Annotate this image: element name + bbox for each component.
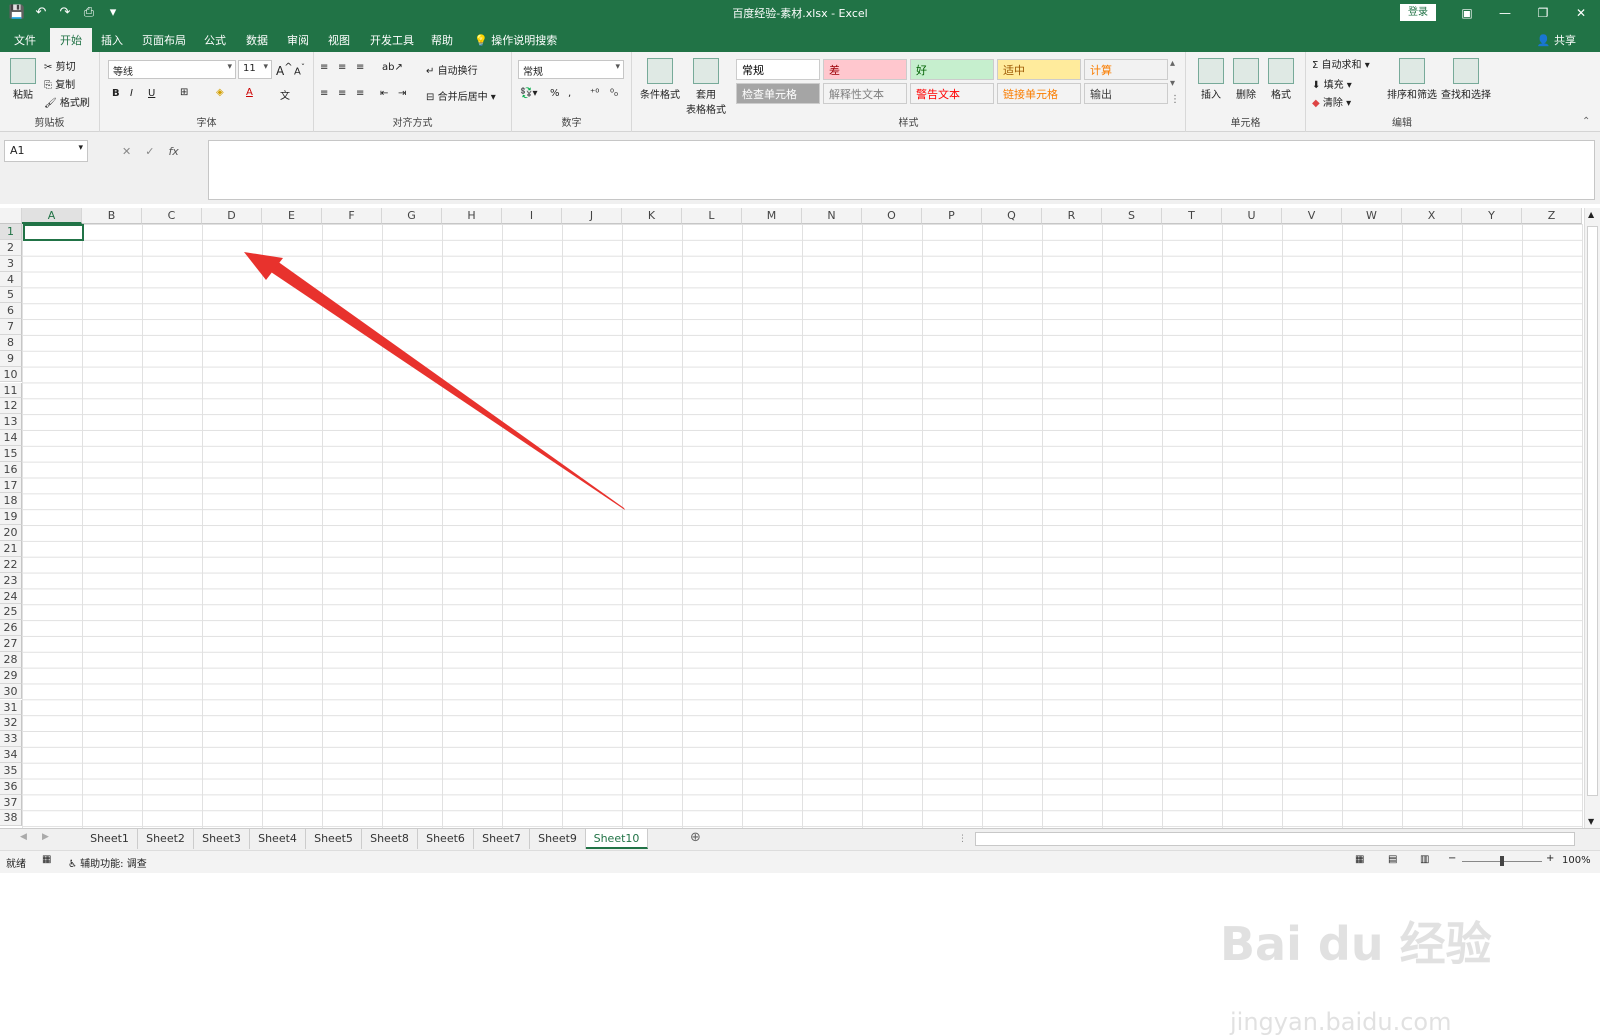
add-sheet-icon[interactable]: ⊕: [690, 830, 701, 845]
prev-sheet-icon[interactable]: ◀: [20, 832, 27, 842]
zoom-slider-thumb[interactable]: [1500, 856, 1504, 866]
sheet-tab[interactable]: Sheet5: [306, 829, 362, 849]
accessibility-icon: ♿: [68, 859, 77, 870]
watermark-url: jingyan.baidu.com: [1230, 1008, 1452, 1036]
status-ready: 就绪: [6, 859, 26, 870]
normal-view-icon[interactable]: ▦: [1355, 854, 1364, 865]
sheet-tab[interactable]: Sheet8: [362, 829, 418, 849]
accessibility-status[interactable]: ♿ 辅助功能: 调查: [68, 855, 147, 870]
tab-split-handle[interactable]: ⋮: [958, 829, 967, 849]
zoom-out-icon[interactable]: −: [1448, 853, 1456, 864]
watermark-logo: Bai du 经验: [1220, 917, 1492, 971]
sheet-tab[interactable]: Sheet3: [194, 829, 250, 849]
zoom-level[interactable]: 100%: [1562, 855, 1591, 866]
status-bar: 就绪 ▦ ♿ 辅助功能: 调查 ▦ ▤ ▥ − + 100%: [0, 850, 1600, 873]
sheet-tab[interactable]: Sheet9: [530, 829, 586, 849]
page-layout-view-icon[interactable]: ▤: [1388, 854, 1397, 865]
horizontal-scrollbar[interactable]: [975, 832, 1575, 846]
zoom-in-icon[interactable]: +: [1546, 853, 1554, 864]
page-break-view-icon[interactable]: ▥: [1420, 854, 1429, 865]
sheet-tab[interactable]: Sheet1: [82, 829, 138, 849]
sheet-tab[interactable]: Sheet4: [250, 829, 306, 849]
sheet-tab-bar: ◀ ▶ Sheet1 Sheet2 Sheet3 Sheet4 Sheet5 Sheet8…: [0, 828, 1600, 850]
next-sheet-icon[interactable]: ▶: [42, 832, 49, 842]
sheet-tab[interactable]: Sheet7: [474, 829, 530, 849]
sheet-tab[interactable]: Sheet6: [418, 829, 474, 849]
macro-record-icon[interactable]: ▦: [42, 854, 51, 865]
annotation-arrow: [244, 252, 625, 510]
accessibility-label: 辅助功能: 调查: [80, 859, 147, 870]
sheet-tab[interactable]: Sheet2: [138, 829, 194, 849]
sheet-tab[interactable]: Sheet10: [586, 829, 648, 849]
